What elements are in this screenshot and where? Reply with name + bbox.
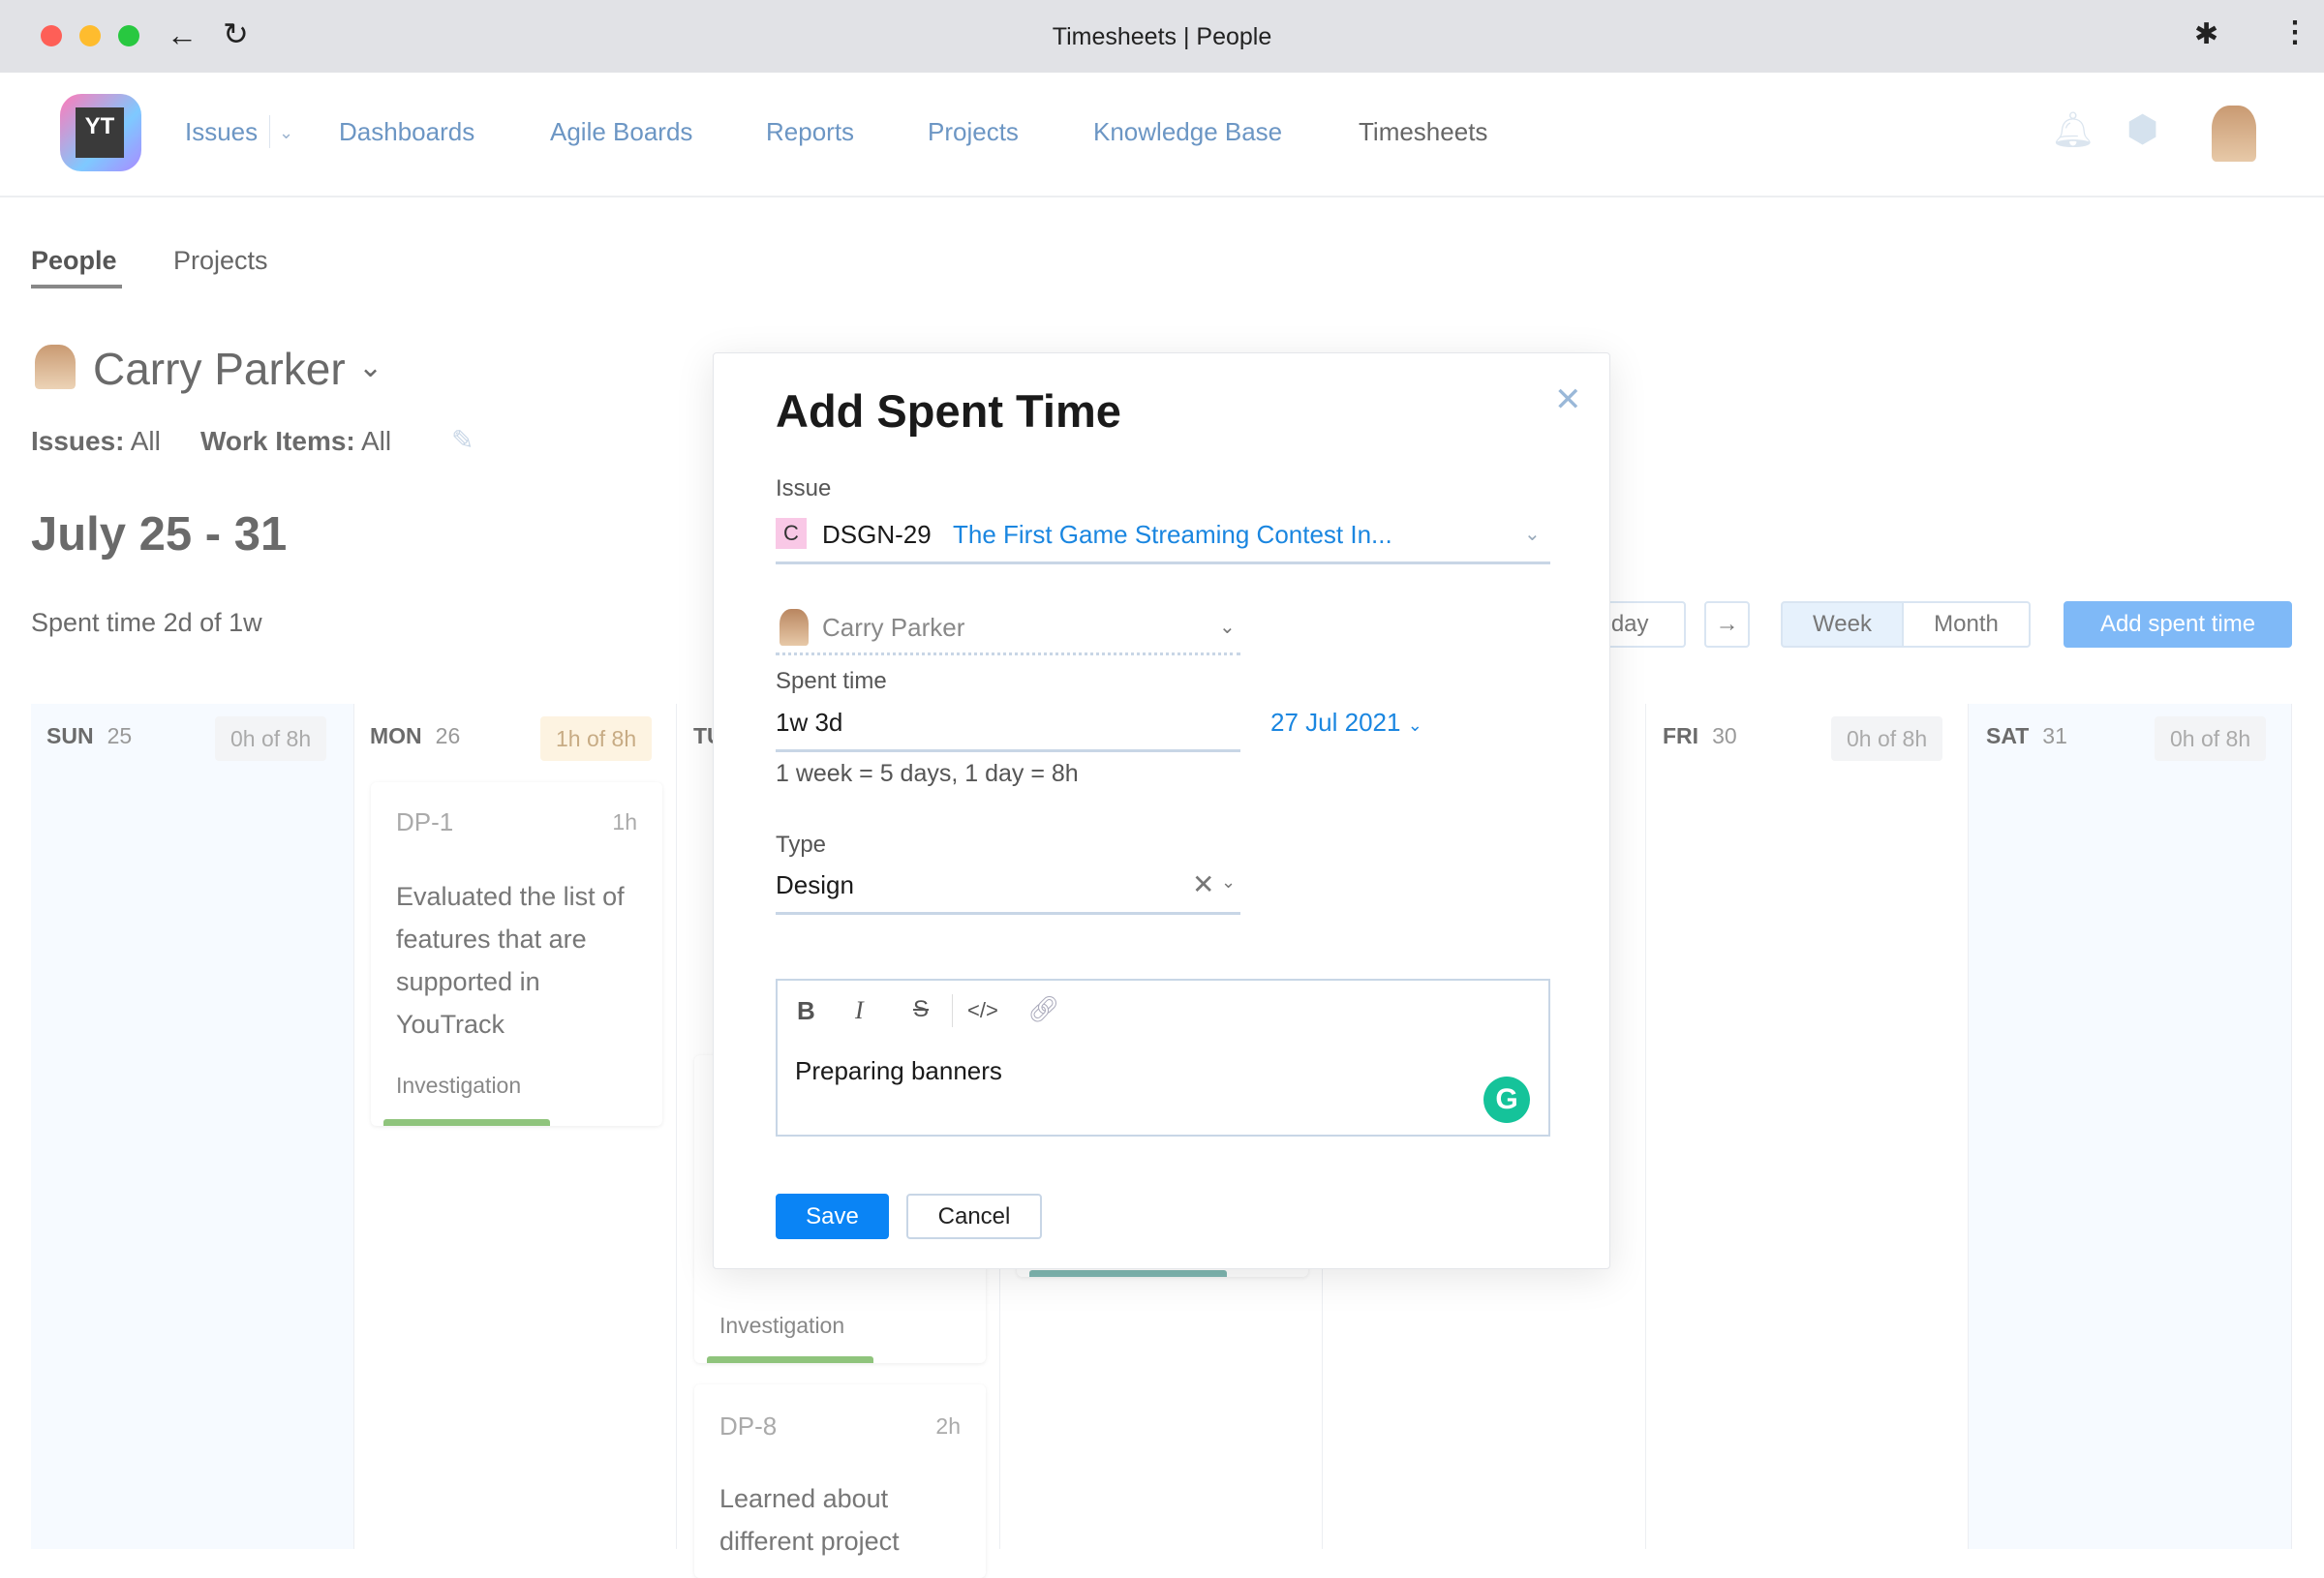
youtrack-logo[interactable]: YT xyxy=(60,94,141,171)
day-hours-sat: 0h of 8h xyxy=(2155,716,2267,761)
day-column-sat xyxy=(1969,704,2292,1549)
chevron-down-icon[interactable]: ⌄ xyxy=(1221,872,1236,893)
extensions-icon[interactable]: ✱ xyxy=(2194,17,2218,51)
dialog-title: Add Spent Time xyxy=(776,385,1121,437)
period-title: July 25 - 31 xyxy=(31,508,288,561)
strikethrough-icon[interactable]: S xyxy=(913,996,929,1023)
month-button[interactable]: Month xyxy=(1902,601,2031,648)
user-avatar[interactable] xyxy=(2212,106,2256,162)
comment-text[interactable]: Preparing banners xyxy=(795,1056,1002,1086)
next-arrow-button[interactable]: → xyxy=(1704,601,1750,648)
add-spent-time-button[interactable]: Add spent time xyxy=(2064,601,2292,648)
day-header-sun: SUN 25 xyxy=(46,723,133,748)
top-nav: YT Issues ⌄ Dashboards Agile Boards Repo… xyxy=(0,73,2324,197)
day-hours-mon: 1h of 8h xyxy=(540,716,653,761)
save-button[interactable]: Save xyxy=(776,1194,889,1239)
user-avatar-small xyxy=(35,345,76,389)
code-icon[interactable]: </> xyxy=(967,998,998,1023)
day-header-fri: FRI 30 xyxy=(1663,723,1737,748)
day-column-fri xyxy=(1645,704,1969,1549)
issue-type-badge: C xyxy=(776,518,807,549)
cancel-button[interactable]: Cancel xyxy=(906,1194,1042,1239)
type-label: Type xyxy=(776,832,827,858)
chevron-down-icon[interactable]: ⌄ xyxy=(279,123,293,143)
chevron-down-icon[interactable]: ⌄ xyxy=(358,350,382,384)
window-title: Timesheets | People xyxy=(1052,23,1272,50)
bold-icon[interactable]: B xyxy=(797,996,815,1026)
spent-time-hint: 1 week = 5 days, 1 day = 8h xyxy=(776,760,1079,787)
user-name[interactable]: Carry Parker xyxy=(93,343,346,395)
bell-icon[interactable]: 🔔︎ xyxy=(2051,109,2095,150)
grammarly-icon[interactable]: G xyxy=(1483,1077,1530,1123)
spent-time-label: Spent time xyxy=(776,668,887,694)
nav-reports[interactable]: Reports xyxy=(766,117,854,147)
tab-projects[interactable]: Projects xyxy=(173,246,268,276)
italic-icon[interactable]: I xyxy=(855,996,864,1025)
type-select[interactable]: Design ✕ ⌄ xyxy=(776,868,1240,915)
spent-time-input[interactable]: 1w 3d xyxy=(776,708,1240,752)
issue-id: DSGN-29 xyxy=(822,520,932,549)
day-hours-fri: 0h of 8h xyxy=(1831,716,1943,761)
issue-select[interactable]: C DSGN-29 The First Game Streaming Conte… xyxy=(776,516,1550,564)
week-button[interactable]: Week xyxy=(1781,601,1904,648)
spent-summary: Spent time 2d of 1w xyxy=(31,608,262,637)
issue-label: Issue xyxy=(776,475,832,501)
more-icon[interactable]: ⋮ xyxy=(2280,15,2309,49)
nav-dashboards[interactable]: Dashboards xyxy=(339,117,474,147)
author-avatar xyxy=(780,609,809,646)
link-icon[interactable]: 🔗︎ xyxy=(1027,994,1059,1024)
day-column-sun xyxy=(31,704,354,1549)
add-spent-time-dialog: Add Spent Time ✕ Issue C DSGN-29 The Fir… xyxy=(713,352,1610,1269)
clear-icon[interactable]: ✕ xyxy=(1192,868,1214,900)
issues-filter[interactable]: Issues: All xyxy=(31,426,161,457)
work-item-card[interactable]: DP-1 1h Evaluated the list of features t… xyxy=(371,782,662,1126)
day-header-sat: SAT 31 xyxy=(1986,723,2067,748)
author-select[interactable]: Carry Parker ⌄ xyxy=(776,605,1240,655)
nav-knowledge-base[interactable]: Knowledge Base xyxy=(1093,117,1282,147)
work-items-filter[interactable]: Work Items: All xyxy=(200,426,391,457)
nav-timesheets[interactable]: Timesheets xyxy=(1359,117,1487,147)
nav-issues[interactable]: Issues xyxy=(185,117,258,147)
pencil-icon[interactable]: ✎ xyxy=(451,424,474,456)
tab-people[interactable]: People xyxy=(31,246,117,276)
nav-projects[interactable]: Projects xyxy=(928,117,1019,147)
comment-editor[interactable]: B I S </> 🔗︎ Preparing banners G xyxy=(776,979,1550,1137)
work-item-card[interactable]: DP-8 2h Learned about different project xyxy=(694,1384,986,1578)
gear-icon[interactable]: ⬢ xyxy=(2126,107,2158,151)
chevron-down-icon[interactable]: ⌄ xyxy=(1524,522,1541,546)
date-picker[interactable]: 27 Jul 2021 ⌄ xyxy=(1270,708,1422,738)
close-icon[interactable]: ✕ xyxy=(1554,380,1582,419)
day-hours-sun: 0h of 8h xyxy=(215,716,327,761)
chevron-down-icon: ⌄ xyxy=(1219,617,1236,638)
day-header-mon: MON 26 xyxy=(370,723,461,748)
nav-agile-boards[interactable]: Agile Boards xyxy=(550,117,692,147)
browser-titlebar: ← ↻ Timesheets | People ✱ ⋮ xyxy=(0,0,2324,73)
issue-summary-link[interactable]: The First Game Streaming Contest In... xyxy=(953,520,1392,550)
